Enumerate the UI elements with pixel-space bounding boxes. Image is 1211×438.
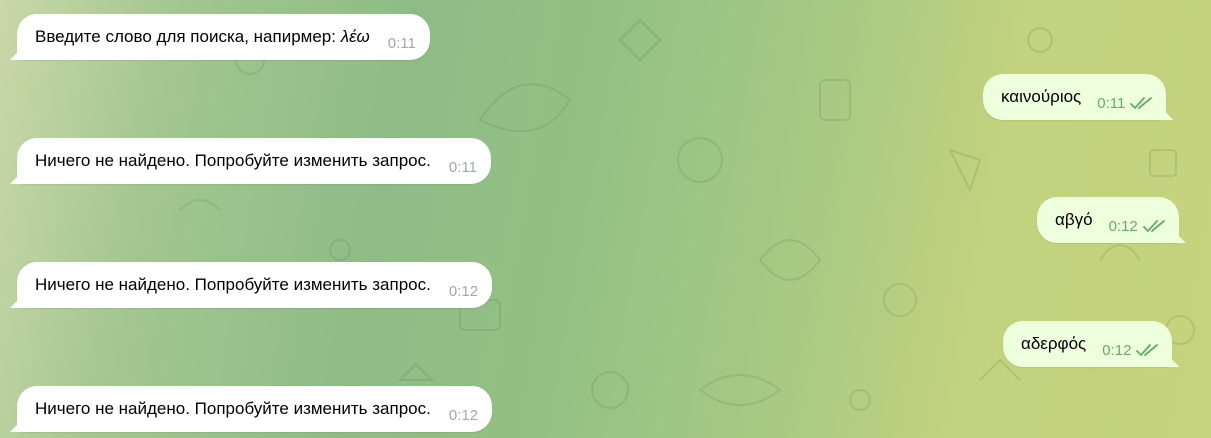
doodle-pattern [179,18,1195,411]
message-time: 0:11 [387,34,416,52]
message-text: αδερφός [1021,334,1087,353]
message-time: 0:12 [1108,217,1138,235]
message-text: Ничего не найдено. Попробуйте изменить з… [35,275,431,294]
message-outgoing[interactable]: αδερφός 0:12 [1003,321,1173,367]
example-word: λέω [340,27,370,46]
chat-background [0,0,1211,438]
double-check-icon [1130,96,1156,110]
message-text: Введите слово для поиска, напирмер: λέω [35,27,370,46]
message-outgoing[interactable]: καινούριος 0:11 [983,74,1167,120]
double-check-icon [1142,219,1169,233]
message-time: 0:12 [448,406,479,424]
message-text: καινούριος [1001,87,1082,106]
message-incoming[interactable]: Ничего не найдено. Попробуйте изменить з… [17,262,493,308]
message-time: 0:12 [448,282,479,300]
message-incoming[interactable]: Ничего не найдено. Попробуйте изменить з… [17,386,493,432]
message-text: αβγό [1055,210,1093,229]
double-check-icon [1136,343,1162,357]
message-text: Ничего не найдено. Попробуйте изменить з… [35,399,431,418]
message-time: 0:11 [1097,94,1126,112]
message-time: 0:11 [448,158,477,176]
message-time: 0:12 [1102,341,1132,359]
message-incoming[interactable]: Ничего не найдено. Попробуйте изменить з… [17,138,491,184]
message-incoming[interactable]: Введите слово для поиска, напирмер: λέω … [17,14,430,60]
message-text: Ничего не найдено. Попробуйте изменить з… [35,151,431,170]
message-outgoing[interactable]: αβγό 0:12 [1037,197,1179,243]
